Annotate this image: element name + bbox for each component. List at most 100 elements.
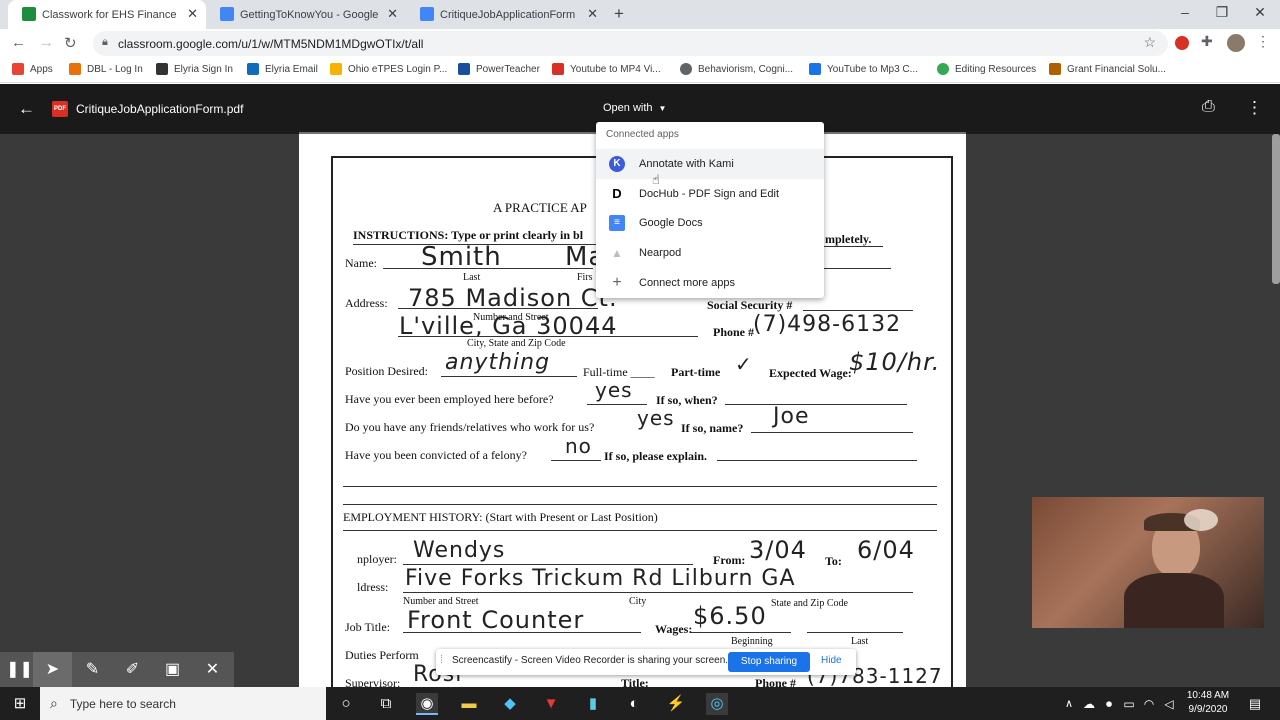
cortana-icon[interactable]: ○	[335, 693, 357, 715]
hide-button[interactable]: Hide	[821, 655, 842, 666]
wage-value: $10/hr.	[849, 348, 941, 376]
cursor-tool-icon[interactable]: ➤	[33, 652, 72, 687]
minimize-button[interactable]: –	[1170, 4, 1200, 20]
new-tab-button[interactable]: +	[614, 4, 624, 24]
kebab-menu-icon[interactable]: ⋮	[1256, 33, 1270, 50]
battery-icon[interactable]: ▭	[1118, 693, 1140, 715]
docs-icon	[220, 7, 234, 21]
page-scrollbar[interactable]	[1272, 134, 1280, 284]
pdf-file-icon: PDF	[52, 101, 68, 117]
duties-label: Duties Perform	[345, 648, 419, 662]
open-with-button[interactable]: Open with ▼	[597, 96, 673, 120]
app-icon[interactable]: ◎	[706, 693, 728, 715]
windows-start-icon[interactable]: ⊞	[9, 693, 31, 715]
wifi-icon[interactable]: ◠	[1138, 693, 1160, 715]
menu-item-nearpod[interactable]: ▲ Nearpod	[596, 238, 824, 268]
bookmark-icon	[552, 63, 564, 75]
tab-gettingtoknowyou[interactable]: GettingToKnowYou - Google Do ✕	[206, 0, 406, 29]
bookmark-yt-mp4[interactable]: Youtube to MP4 Vi...	[552, 63, 661, 75]
felony-label: Have you been convicted of a felony?	[345, 448, 527, 462]
puzzle-icon[interactable]: ✚	[1201, 33, 1213, 50]
more-options-icon[interactable]: ⋮	[1246, 98, 1263, 118]
explain-label: If so, please explain.	[604, 449, 708, 463]
app-icon[interactable]: ▮	[582, 693, 604, 715]
back-arrow-icon[interactable]: ←	[18, 99, 35, 119]
highlighter-icon[interactable]: ✐	[113, 652, 152, 687]
bookmark-label: Behaviorism, Cogni...	[698, 63, 794, 75]
bookmark-icon	[156, 63, 168, 75]
close-tab-icon[interactable]: ✕	[587, 6, 598, 22]
forward-icon[interactable]: →	[39, 34, 54, 51]
bookmark-apps[interactable]: Apps	[12, 63, 53, 75]
position-label: Position Desired:	[345, 364, 428, 378]
bookmark-label: DBL - Log In	[87, 63, 143, 75]
bookmark-elyria-email[interactable]: Elyria Email	[247, 63, 318, 75]
wages-label: Wages:	[655, 622, 693, 636]
app-icon[interactable]: ◐	[623, 693, 645, 715]
pen-icon[interactable]: ✎	[73, 652, 112, 687]
menu-item-kami[interactable]: K Annotate with Kami	[596, 149, 824, 179]
screen-share-bar: ⁞ Screencastify - Screen Video Recorder …	[436, 649, 856, 675]
to-value: 6/04	[857, 536, 915, 564]
cloud-icon[interactable]: ☁	[1078, 693, 1100, 715]
tab-classwork[interactable]: Classwork for EHS Finance Virtua ✕	[8, 0, 206, 29]
menu-item-google-docs[interactable]: ≡ Google Docs	[596, 208, 824, 238]
phone-label: Phone #	[713, 325, 755, 339]
bookmark-icon	[330, 63, 342, 75]
instructions-text: INSTRUCTIONS: Type or print clearly in b…	[353, 228, 584, 242]
bookmark-label: YouTube to Mp3 C...	[827, 63, 918, 75]
bookmark-behaviorism[interactable]: Behaviorism, Cogni...	[680, 63, 793, 75]
app-icon[interactable]: ◆	[499, 693, 521, 715]
bookmark-label: Elyria Sign In	[174, 63, 233, 75]
microphone-icon[interactable]: ⏺	[1098, 693, 1120, 715]
from-value: 3/04	[749, 536, 807, 564]
window-close-button[interactable]: ✕	[1245, 4, 1275, 21]
notifications-icon[interactable]: ▤	[1244, 693, 1266, 715]
camera-icon[interactable]: ▣	[153, 652, 192, 687]
dochub-icon: D	[609, 186, 625, 202]
classroom-icon	[22, 7, 36, 21]
close-tab-icon[interactable]: ✕	[387, 6, 398, 22]
drag-handle-icon[interactable]: ⁞	[440, 654, 443, 666]
wages-value: $6.50	[693, 602, 767, 630]
bookmark-powerteacher[interactable]: PowerTeacher	[458, 63, 540, 75]
avatar[interactable]	[1227, 34, 1245, 52]
back-icon[interactable]: ←	[11, 34, 26, 51]
clock-time: 10:48 AM	[1186, 690, 1230, 701]
maximize-button[interactable]: ❐	[1207, 4, 1237, 21]
bookmark-editing[interactable]: Editing Resources	[937, 63, 1036, 75]
chrome-taskbar-icon[interactable]: ◉	[416, 693, 438, 715]
reload-icon[interactable]: ↻	[64, 34, 77, 52]
star-icon[interactable]: ☆	[1143, 34, 1156, 51]
close-tab-icon[interactable]: ✕	[187, 6, 198, 22]
app-icon[interactable]: ⚡	[665, 693, 687, 715]
tab-critique[interactable]: CritiqueJobApplicationForm - Go ✕	[406, 0, 606, 29]
stop-sharing-button[interactable]: Stop sharing	[728, 652, 810, 672]
print-icon[interactable]: ⎙	[1202, 98, 1215, 116]
extension-record-icon[interactable]	[1175, 36, 1189, 50]
bookmark-elyria-signin[interactable]: Elyria Sign In	[156, 63, 233, 75]
bookmark-dbl[interactable]: DBL - Log In	[69, 63, 143, 75]
menu-item-dochub[interactable]: D DocHub - PDF Sign and Edit	[596, 179, 824, 209]
open-with-menu: Connected apps K Annotate with Kami D Do…	[596, 122, 824, 298]
task-view-icon[interactable]: ⧉	[375, 693, 397, 715]
bookmark-yt-mp3[interactable]: YouTube to Mp3 C...	[809, 63, 918, 75]
tab-strip: Classwork for EHS Finance Virtua ✕ Getti…	[0, 0, 1280, 29]
volume-icon[interactable]: ◁	[1158, 693, 1180, 715]
bookmark-grant[interactable]: Grant Financial Solu...	[1049, 63, 1166, 75]
search-icon: ⌕	[50, 695, 58, 711]
name-label: Name:	[345, 256, 377, 270]
form-title: A PRACTICE AP	[493, 200, 587, 215]
close-toolbar-icon[interactable]: ✕	[193, 652, 232, 687]
file-explorer-icon[interactable]: ▬	[458, 693, 480, 715]
menu-item-connect-more[interactable]: + Connect more apps	[596, 268, 824, 298]
bookmark-etpes[interactable]: Ohio eTPES Login P...	[330, 63, 447, 75]
address-bar[interactable]: 🔒︎ classroom.google.com/u/1/w/MTM5NDM1MD…	[93, 31, 1168, 56]
title2-label: Title:	[621, 676, 649, 687]
taskbar-search-box[interactable]: ⌕ Type here to search	[40, 687, 326, 720]
tray-chevron-icon[interactable]: ∧	[1058, 693, 1080, 715]
clock[interactable]: 10:48 AM 9/9/2020	[1180, 689, 1236, 717]
app-icon[interactable]: ▼	[540, 693, 562, 715]
nearpod-icon: ▲	[609, 245, 625, 261]
social-security-label: Social Security #	[707, 298, 793, 312]
